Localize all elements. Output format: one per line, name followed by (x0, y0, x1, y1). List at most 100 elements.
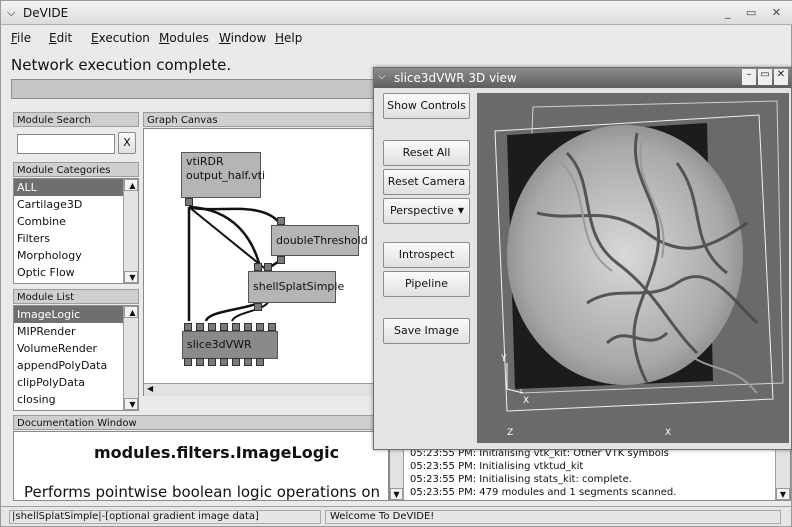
clear-search-button[interactable]: X (118, 132, 136, 154)
module-search-header: Module Search (13, 112, 139, 127)
scroll-left-icon[interactable]: ◀ (147, 384, 153, 393)
node-label: vtiRDR (186, 155, 224, 168)
module-item[interactable]: appendPolyData (14, 357, 138, 374)
scroll-down-icon[interactable]: ▼ (124, 271, 138, 283)
viewer-menu-icon[interactable]: ⌵ (378, 71, 386, 82)
module-list-scrollbar[interactable]: ▲ ▼ (123, 306, 138, 410)
input-port[interactable] (184, 323, 192, 331)
log-scrollbar-right[interactable]: ▼ (775, 446, 790, 500)
minimize-icon[interactable]: – (742, 69, 756, 85)
category-item[interactable]: Combine (14, 213, 138, 230)
statusbar-left: |shellSplatSimple|-[optional gradient im… (9, 510, 321, 524)
menu-window[interactable]: Window (219, 31, 266, 45)
log-line: 05:23:55 PM: 479 modules and 1 segments … (410, 487, 677, 498)
perspective-label: Perspective (390, 204, 454, 217)
main-titlebar[interactable]: ⌵ DeVIDE _ ▭ ✕ (1, 1, 792, 25)
window-title: DeVIDE (23, 6, 69, 20)
output-port[interactable] (232, 358, 240, 366)
category-item[interactable]: Morphology (14, 247, 138, 264)
canvas-hscrollbar[interactable]: ◀ (144, 383, 378, 396)
node-label: shellSplatSimple (253, 280, 345, 293)
menubar: File Edit Execution Modules Window Help (1, 28, 792, 48)
status-message: Network execution complete. (11, 56, 232, 74)
module-item[interactable]: closing (14, 391, 138, 408)
output-port[interactable] (277, 256, 285, 264)
scroll-down-icon[interactable]: ▼ (776, 488, 790, 500)
introspect-button[interactable]: Introspect (383, 242, 470, 268)
graph-canvas[interactable]: vtiRDR output_half.vti doubleThreshold s… (143, 128, 379, 396)
graph-canvas-header: Graph Canvas (143, 112, 379, 127)
module-categories-header: Module Categories (13, 162, 139, 177)
viewer-title: slice3dVWR 3D view (394, 71, 517, 85)
scroll-up-icon[interactable]: ▲ (124, 179, 138, 191)
module-item[interactable]: MIPRender (14, 323, 138, 340)
category-item[interactable]: ALL (14, 179, 138, 196)
node-vtirdr[interactable]: vtiRDR output_half.vti (181, 152, 265, 198)
scroll-up-icon[interactable]: ▲ (124, 306, 138, 318)
output-port[interactable] (185, 198, 193, 206)
window-menu-icon[interactable]: ⌵ (7, 6, 15, 20)
input-port[interactable] (254, 263, 262, 271)
menu-edit[interactable]: Edit (49, 31, 72, 45)
log-window: ▼ 05:23:55 PM: Initialising vtk_kit: Oth… (389, 445, 791, 501)
viewer-window: ⌵ slice3dVWR 3D view – ▭ ✕ Show Controls… (373, 67, 792, 450)
input-port[interactable] (268, 323, 276, 331)
window-controls[interactable]: _ ▭ ✕ (725, 6, 787, 19)
input-port[interactable] (277, 217, 285, 225)
input-port[interactable] (244, 323, 252, 331)
save-image-button[interactable]: Save Image (383, 318, 470, 344)
input-port[interactable] (220, 323, 228, 331)
doc-title: modules.filters.ImageLogic (94, 443, 340, 462)
axis-label-y: Y (500, 354, 507, 364)
menu-file[interactable]: File (11, 31, 31, 45)
category-item[interactable]: Optic Flow (14, 264, 138, 281)
input-port[interactable] (232, 323, 240, 331)
log-scrollbar-left[interactable]: ▼ (390, 446, 404, 500)
menu-execution[interactable]: Execution (91, 31, 150, 45)
render-view[interactable]: Y X Z X (477, 93, 789, 443)
categories-scrollbar[interactable]: ▲ ▼ (123, 179, 138, 283)
close-icon[interactable]: ✕ (774, 69, 788, 85)
node-slice3dvwr[interactable]: slice3dVWR (182, 331, 278, 359)
input-port[interactable] (264, 263, 272, 271)
module-item[interactable]: ImageLogic (14, 306, 138, 323)
output-port[interactable] (244, 358, 252, 366)
input-port[interactable] (208, 323, 216, 331)
reset-camera-button[interactable]: Reset Camera (383, 169, 470, 195)
perspective-select[interactable]: Perspective ▼ (383, 198, 470, 224)
scroll-down-icon[interactable]: ▼ (124, 398, 138, 410)
node-label: doubleThreshold (276, 234, 368, 247)
input-port[interactable] (256, 323, 264, 331)
chevron-down-icon: ▼ (457, 206, 464, 215)
reset-all-button[interactable]: Reset All (383, 140, 470, 166)
category-item[interactable]: Cartilage3D (14, 196, 138, 213)
documentation-window: modules.filters.ImageLogic Performs poin… (13, 431, 389, 501)
menu-modules[interactable]: Modules (159, 31, 209, 45)
output-port[interactable] (184, 358, 192, 366)
documentation-header: Documentation Window (13, 415, 379, 430)
node-label: slice3dVWR (187, 338, 252, 351)
pipeline-button[interactable]: Pipeline (383, 271, 470, 297)
axis-label-x-bottom: X (665, 428, 671, 438)
show-controls-button[interactable]: Show Controls (383, 93, 470, 119)
maximize-icon[interactable]: ▭ (758, 69, 772, 85)
statusbar-right: Welcome To DeVIDE! (325, 510, 781, 524)
module-item[interactable]: VolumeRender (14, 340, 138, 357)
output-port[interactable] (220, 358, 228, 366)
node-shellsplatsimple[interactable]: shellSplatSimple (248, 271, 345, 303)
output-port[interactable] (208, 358, 216, 366)
viewer-titlebar[interactable]: ⌵ slice3dVWR 3D view – ▭ ✕ (374, 68, 791, 88)
statusbar: |shellSplatSimple|-[optional gradient im… (1, 506, 791, 526)
menu-help[interactable]: Help (275, 31, 302, 45)
output-port[interactable] (196, 358, 204, 366)
output-port[interactable] (256, 358, 264, 366)
output-port[interactable] (254, 303, 262, 311)
search-input[interactable] (17, 134, 115, 154)
module-list-header: Module List (13, 289, 139, 304)
scroll-down-icon[interactable]: ▼ (390, 488, 403, 500)
module-item[interactable]: clipPolyData (14, 374, 138, 391)
category-item[interactable]: Filters (14, 230, 138, 247)
node-doublethreshold[interactable]: doubleThreshold (271, 225, 368, 256)
input-port[interactable] (196, 323, 204, 331)
module-categories-list: ALL Cartilage3D Combine Filters Morpholo… (13, 178, 139, 284)
